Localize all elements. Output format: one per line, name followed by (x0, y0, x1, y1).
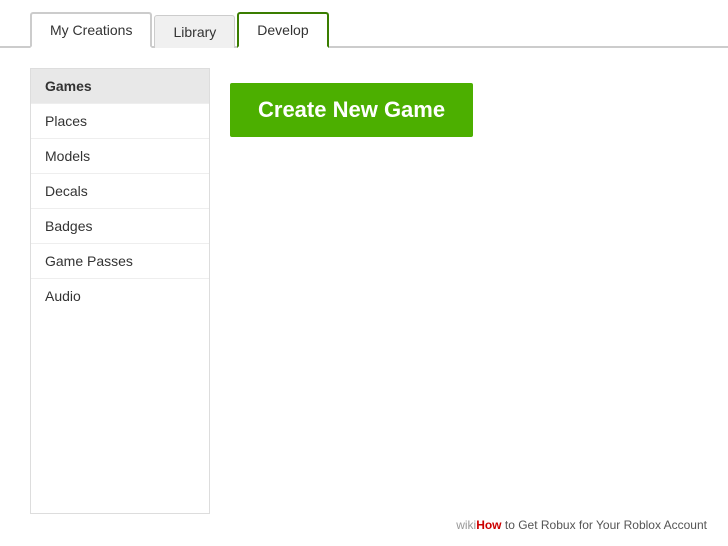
sidebar-item-games[interactable]: Games (31, 69, 209, 104)
watermark-text: to Get Robux for Your Roblox Account (502, 518, 707, 532)
sidebar-item-badges[interactable]: Badges (31, 209, 209, 244)
sidebar: Games Places Models Decals Badges Game P… (30, 68, 210, 514)
wikihow-watermark: wikiHow to Get Robux for Your Roblox Acc… (450, 516, 713, 534)
sidebar-item-models[interactable]: Models (31, 139, 209, 174)
watermark-how: How (476, 518, 501, 532)
tab-my-creations[interactable]: My Creations (30, 12, 152, 48)
tab-bar: My Creations Library Develop (0, 0, 728, 48)
content-area: Games Places Models Decals Badges Game P… (0, 48, 728, 534)
create-new-game-button[interactable]: Create New Game (230, 83, 473, 137)
tab-develop[interactable]: Develop (237, 12, 328, 48)
watermark-wiki: wiki (456, 518, 476, 532)
sidebar-item-game-passes[interactable]: Game Passes (31, 244, 209, 279)
sidebar-item-audio[interactable]: Audio (31, 279, 209, 313)
sidebar-item-decals[interactable]: Decals (31, 174, 209, 209)
sidebar-item-places[interactable]: Places (31, 104, 209, 139)
tab-library[interactable]: Library (154, 15, 235, 48)
main-content: Create New Game (210, 68, 698, 514)
